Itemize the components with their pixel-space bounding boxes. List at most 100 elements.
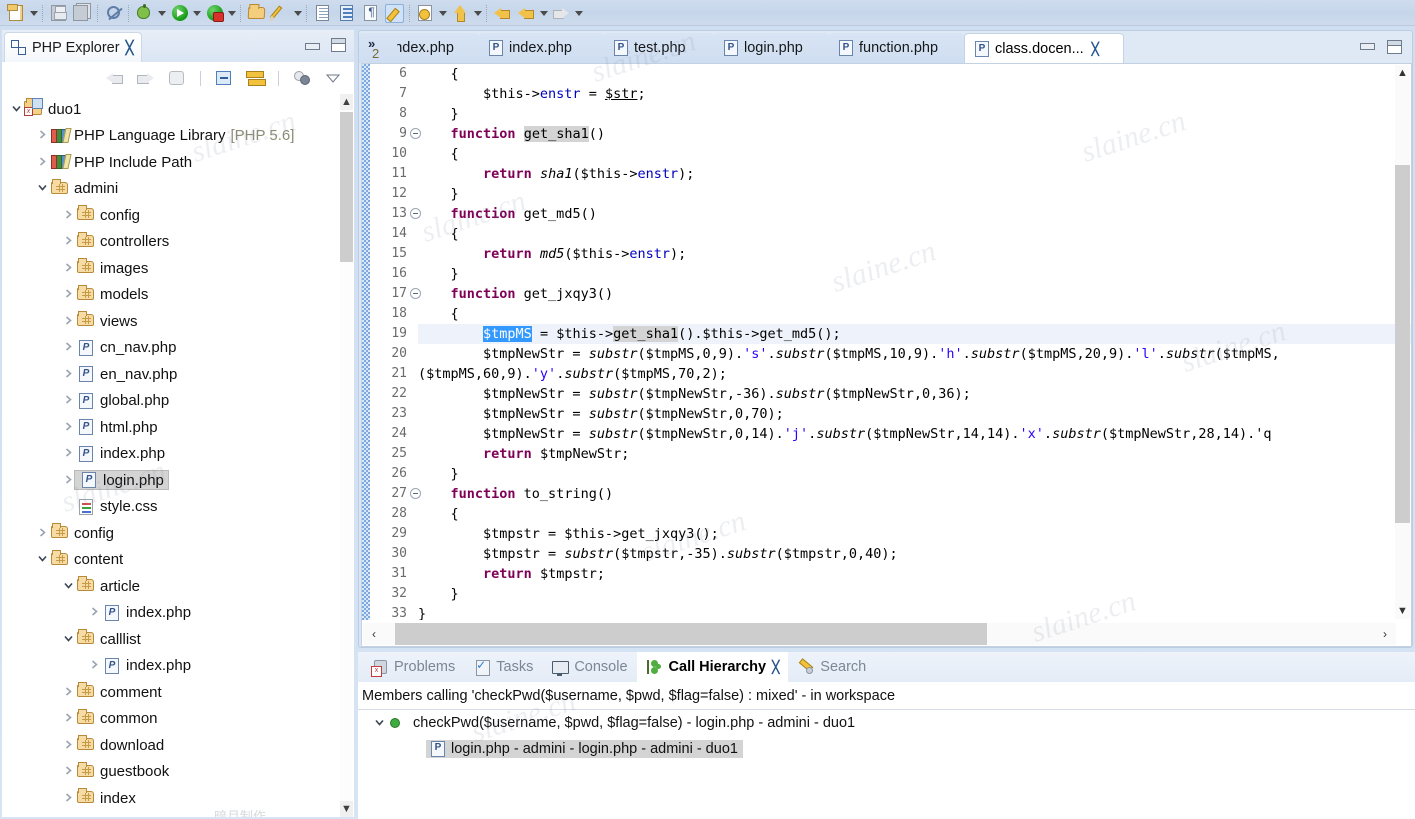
save-all-icon[interactable] [71,2,93,24]
scroll-left-icon[interactable]: ‹ [363,627,385,641]
tab-overflow-button[interactable]: » 2 [359,33,397,63]
editor-horizontal-scrollbar[interactable]: ‹ › [363,623,1396,645]
filter-icon[interactable] [291,67,313,89]
code-line[interactable]: return $tmpNewStr; [418,444,1411,464]
code-line[interactable]: $tmpNewStr = substr($tmpNewStr,0,70); [418,404,1411,424]
tree-item[interactable]: guestbook [2,759,354,786]
close-icon[interactable]: ╳ [126,40,134,56]
tree-twisty-icon[interactable] [60,791,76,806]
call-hierarchy-tree[interactable]: checkPwd($username, $pwd, $flag=false) -… [358,710,1415,762]
tree-item[interactable]: PHP Language Library [PHP 5.6] [2,123,354,150]
tree-item[interactable]: html.php [2,414,354,441]
call-hierarchy-row[interactable]: login.php - admini - login.php - admini … [358,736,1415,762]
call-hierarchy-row[interactable]: checkPwd($username, $pwd, $flag=false) -… [358,710,1415,736]
tree-item[interactable]: index.php [2,653,354,680]
tree-twisty-icon[interactable] [60,711,76,726]
tree-item[interactable]: images [2,255,354,282]
editor-tab[interactable]: login.php [714,33,829,63]
no-marker-icon[interactable] [102,2,124,24]
tree-twisty-icon[interactable] [60,632,76,647]
tree-twisty-icon[interactable] [34,552,50,567]
debug-dropdown-icon[interactable] [156,2,167,24]
new-file-icon[interactable] [5,2,27,24]
up-one-level-icon[interactable] [166,67,188,89]
tree-twisty-icon[interactable] [86,658,102,673]
document-star-dropdown-icon[interactable] [437,2,448,24]
save-icon[interactable] [47,2,69,24]
scroll-up-icon[interactable]: ▲ [1395,65,1410,81]
run-external-tool-icon[interactable] [203,2,225,24]
pencil-dropdown-icon[interactable] [292,2,303,24]
tree-item[interactable]: index [2,785,354,812]
code-line[interactable]: return md5($this->enstr); [418,244,1411,264]
editor-tab[interactable]: class.docen... ╳ [964,33,1124,63]
code-line[interactable]: } [418,104,1411,124]
tree-item[interactable]: comment [2,679,354,706]
tree-twisty-icon[interactable] [60,685,76,700]
tree-twisty-icon[interactable] [60,393,76,408]
project-tree[interactable]: x duo1 PHP Language Library [PHP 5.6] PHP In… [2,94,354,817]
back-dropdown-icon[interactable] [538,2,549,24]
scroll-down-icon[interactable]: ▼ [1395,603,1410,619]
document-arrow-icon[interactable] [311,2,333,24]
scrollbar-thumb[interactable] [395,623,987,645]
code-line[interactable]: } [418,584,1411,604]
tree-twisty-icon[interactable] [34,155,50,170]
close-icon[interactable]: ╳ [772,660,779,674]
scroll-right-icon[interactable]: › [1374,627,1396,641]
code-line[interactable]: } [418,464,1411,484]
up-dropdown-icon[interactable] [472,2,483,24]
tree-vertical-scrollbar[interactable]: ▲ ▼ [340,94,353,817]
tree-twisty-icon[interactable] [60,208,76,223]
editor-vertical-scrollbar[interactable]: ▲ ▼ [1395,65,1410,619]
tree-twisty-icon[interactable] [86,605,102,620]
tree-item[interactable]: config [2,520,354,547]
tree-twisty-icon[interactable] [60,234,76,249]
scroll-up-icon[interactable]: ▲ [340,94,353,110]
minimize-editor-button[interactable] [1360,40,1375,50]
back-arrow-icon[interactable] [491,2,513,24]
document-blue-icon[interactable] [335,2,357,24]
tree-twisty-icon[interactable] [34,128,50,143]
tree-item[interactable]: views [2,308,354,335]
link-with-editor-icon[interactable] [244,67,266,89]
open-folder-icon[interactable] [245,2,267,24]
tab-php-explorer[interactable]: PHP Explorer ╳ [4,32,143,62]
collapse-all-icon[interactable] [213,67,235,89]
tree-twisty-icon[interactable] [60,287,76,302]
scrollbar-thumb[interactable] [1395,165,1410,523]
forward-arrow-gray-icon[interactable] [550,2,572,24]
code-line[interactable]: function get_jxqy3() [418,284,1411,304]
code-line[interactable]: } [418,184,1411,204]
tree-twisty-icon[interactable] [60,764,76,779]
bottom-tab[interactable]: Console [542,652,636,682]
tree-twisty-icon[interactable] [8,102,24,117]
code-line[interactable]: $tmpMS = $this->get_sha1().$this->get_md… [418,324,1411,344]
editor-tab[interactable]: function.php [829,33,964,63]
tree-twisty-icon[interactable] [60,579,76,594]
code-editor[interactable]: 6 7 8 9 10 11 12 13 14 15 16 17 18 19 20 21 22 23 24 25 26 27… [361,63,1412,647]
tree-twisty-icon[interactable] [34,181,50,196]
bottom-tab[interactable]: Call Hierarchy ╳ [636,652,789,682]
code-line[interactable]: ($tmpMS,60,9).'y'.substr($tmpMS,70,2); [418,364,1411,384]
code-line[interactable]: return $tmpstr; [418,564,1411,584]
code-line[interactable]: } [418,604,1411,620]
document-star-icon[interactable] [414,2,436,24]
maximize-editor-button[interactable] [1387,40,1402,54]
code-line[interactable]: { [418,64,1411,84]
code-line[interactable]: function get_sha1() [418,124,1411,144]
run-green-play-icon[interactable] [168,2,190,24]
tree-item[interactable]: controllers [2,229,354,256]
code-line[interactable]: $tmpstr = substr($tmpstr,-35).substr($tm… [418,544,1411,564]
scrollbar-thumb[interactable] [340,112,353,262]
new-file-dropdown-icon[interactable] [28,2,39,24]
tree-item[interactable]: login.php [2,467,354,494]
code-line[interactable]: $tmpNewStr = substr($tmpNewStr,0,14).'j'… [418,424,1411,444]
editor-tab[interactable]: index.php [479,33,604,63]
tree-twisty-icon[interactable] [34,526,50,541]
pencil-icon[interactable] [269,2,291,24]
tree-item[interactable]: index.php [2,600,354,627]
run-external-dropdown-icon[interactable] [226,2,237,24]
minimize-view-button[interactable] [305,40,320,50]
tree-twisty-icon[interactable] [60,340,76,355]
